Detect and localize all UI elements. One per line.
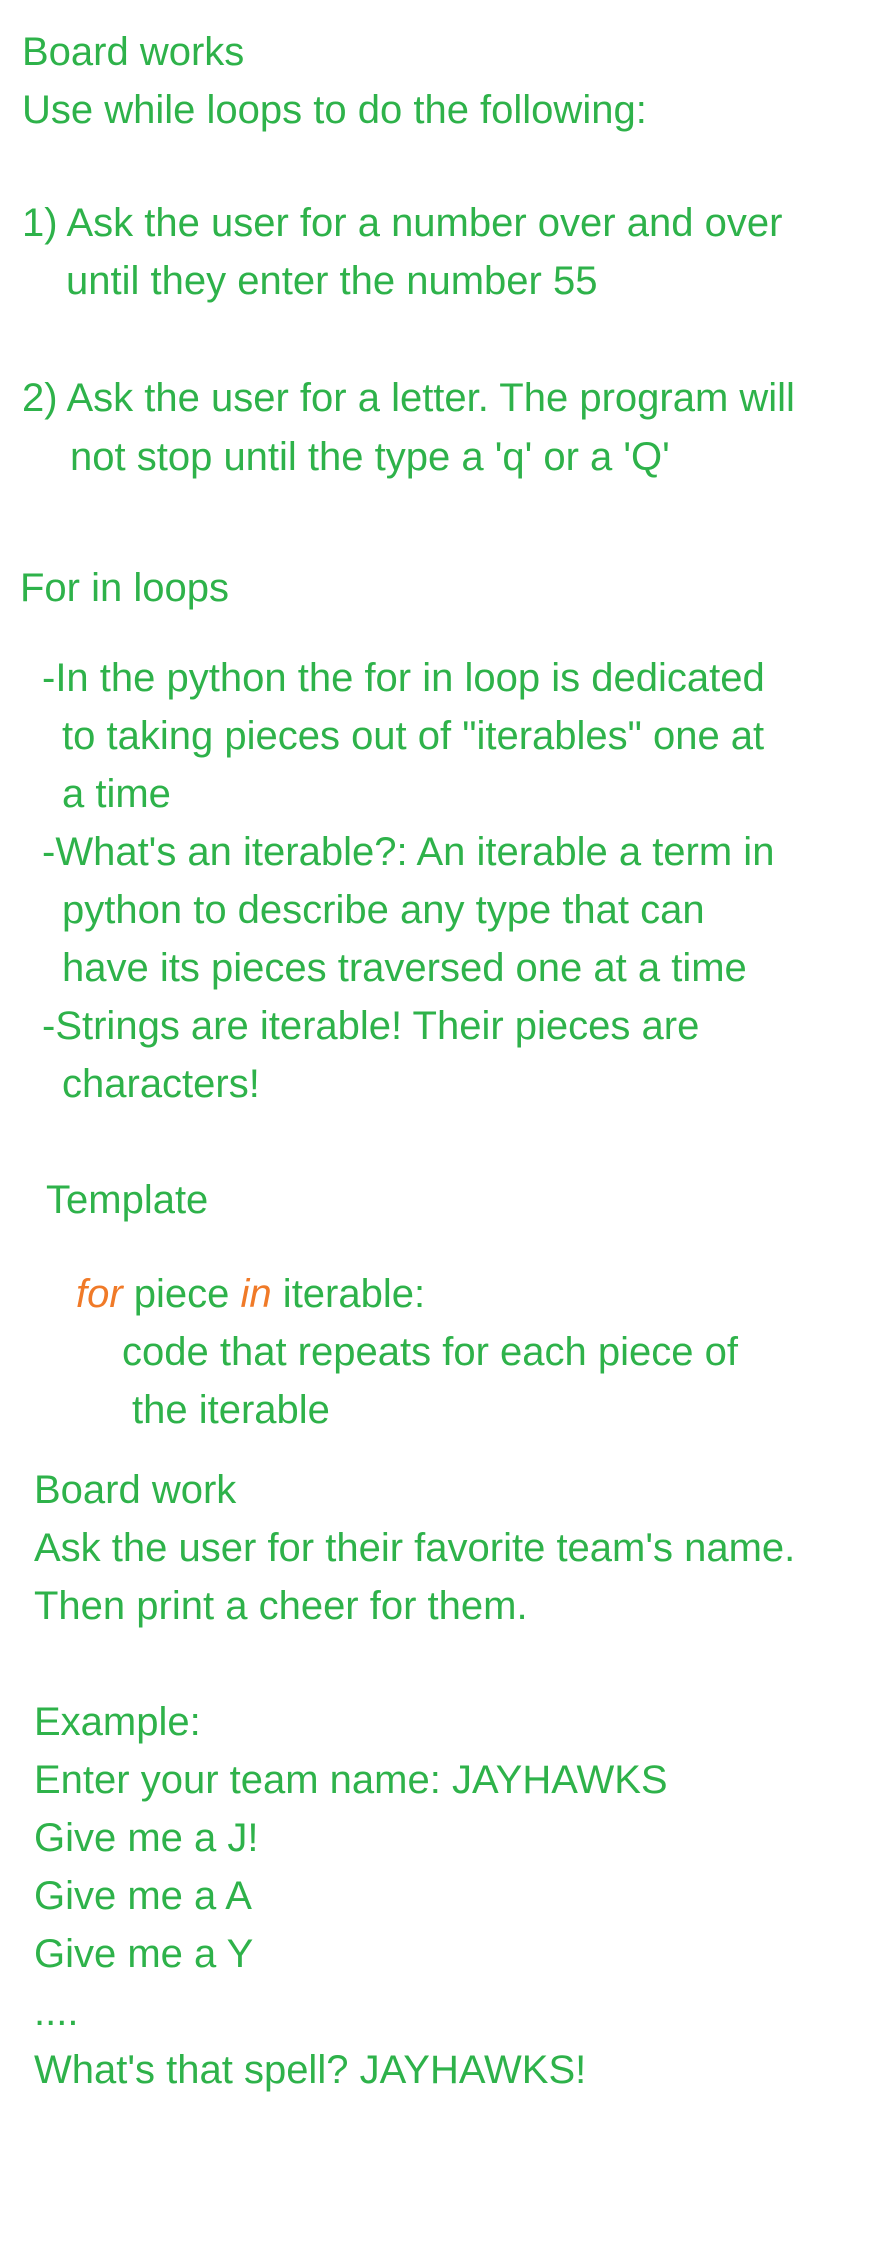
bullet-3-line-1: -Strings are iterable! Their pieces are — [42, 1004, 700, 1048]
example-line: What's that spell? JAYHAWKS! — [34, 2048, 587, 2092]
board-works-title: Board works — [22, 30, 245, 74]
item-2-line-2: not stop until the type a 'q' or a 'Q' — [70, 435, 670, 479]
in-keyword: in — [240, 1272, 272, 1316]
example-line: Give me a J! — [34, 1816, 259, 1860]
item-1-line-2: until they enter the number 55 — [66, 259, 598, 303]
template-piece: piece — [122, 1272, 241, 1316]
template-body-line-1: code that repeats for each piece of — [122, 1330, 738, 1374]
item-2-line-1: 2) Ask the user for a letter. The progra… — [22, 376, 795, 420]
example-line: Give me a Y — [34, 1932, 254, 1976]
item-1-line-1: 1) Ask the user for a number over and ov… — [22, 201, 783, 245]
bullet-2-line-3: have its pieces traversed one at a time — [62, 946, 747, 990]
board-works-intro: Use while loops to do the following: — [22, 88, 647, 132]
bullet-3-line-2: characters! — [62, 1062, 260, 1106]
example-label: Example: — [34, 1700, 201, 1744]
for-keyword: for — [76, 1272, 123, 1316]
bullet-1-line-2: to taking pieces out of "iterables" one … — [62, 714, 765, 758]
board-work-line-1: Ask the user for their favorite team's n… — [34, 1526, 796, 1570]
board-work-line-2: Then print a cheer for them. — [34, 1584, 528, 1628]
for-in-loops-title: For in loops — [20, 566, 229, 610]
board-work-title: Board work — [34, 1468, 237, 1512]
bullet-1-line-1: -In the python the for in loop is dedica… — [42, 656, 765, 700]
example-line: .... — [34, 1990, 79, 2034]
template-iterable: iterable: — [271, 1272, 426, 1316]
example-line: Enter your team name: JAYHAWKS — [34, 1758, 668, 1802]
bullet-1-line-3: a time — [62, 772, 171, 816]
bullet-2-line-2: python to describe any type that can — [62, 888, 705, 932]
bullet-2-line-1: -What's an iterable?: An iterable a term… — [42, 830, 775, 874]
notes-page: { "section1": { "title": "Board works", … — [0, 0, 880, 2264]
template-title: Template — [46, 1178, 209, 1222]
example-line: Give me a A — [34, 1874, 252, 1918]
template-code-header: for piece in iterable: — [76, 1266, 425, 1322]
template-body-line-2: the iterable — [132, 1388, 330, 1432]
